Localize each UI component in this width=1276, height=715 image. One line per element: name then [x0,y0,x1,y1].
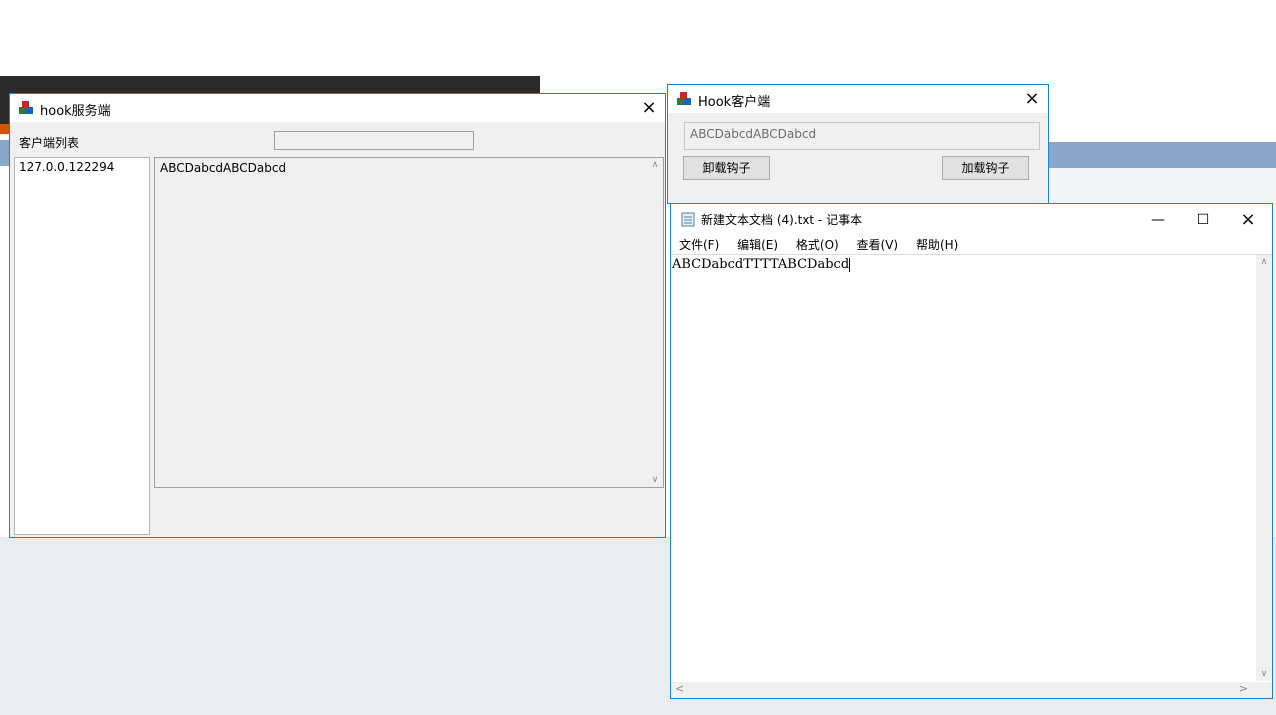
app-icon [677,92,691,105]
close-icon[interactable]: × [633,94,665,122]
menu-bar: 文件(F) 编辑(E) 格式(O) 查看(V) 帮助(H) [679,236,972,253]
message-text: ABCDabcdABCDabcd [160,161,287,175]
menu-format[interactable]: 格式(O) [796,238,839,252]
text-caret [849,257,851,272]
notepad-icon [681,212,695,227]
unload-hook-button[interactable]: 卸载钩子 [683,156,770,180]
menu-file[interactable]: 文件(F) [679,238,719,252]
client-window: Hook客户端 × ABCDabcdABCDabcd 卸载钩子 加载钩子 [667,84,1049,204]
scroll-right-icon[interactable]: > [1239,682,1248,695]
background-window-panel [1048,168,1276,204]
server-window: hook服务端 × 客户端列表 127.0.0.122294 ABCDabcdA… [9,93,666,538]
window-title: Hook客户端 [698,95,771,110]
close-icon[interactable]: × [1228,208,1268,232]
size-grip[interactable] [1256,682,1272,698]
close-icon[interactable]: × [1016,85,1048,113]
scroll-up-icon[interactable]: ∧ [647,160,663,170]
client-listbox[interactable]: 127.0.0.122294 [14,157,150,535]
notepad-title: 新建文本文档 (4).txt - 记事本 [701,213,863,227]
background-window-strip [1048,142,1276,168]
scroll-left-icon[interactable]: < [675,682,684,695]
window-title: hook服务端 [40,104,111,119]
message-textarea[interactable]: ABCDabcdABCDabcd ∧ ∨ [154,157,664,488]
editor-content[interactable]: ABCDabcdTTTTABCDabcd [672,257,851,272]
notepad-window: 新建文本文档 (4).txt - 记事本 — ☐ × 文件(F) 编辑(E) 格… [670,203,1273,699]
app-icon [19,101,33,114]
load-hook-button[interactable]: 加载钩子 [942,156,1029,180]
message-input[interactable]: ABCDabcdABCDabcd [684,122,1040,150]
scroll-down-icon[interactable]: ∨ [1256,669,1272,679]
notepad-titlebar: 新建文本文档 (4).txt - 记事本 — ☐ × [671,204,1272,234]
scroll-up-icon[interactable]: ∧ [1256,257,1272,267]
status-field[interactable] [274,131,474,150]
vertical-scrollbar[interactable]: ∧ ∨ [647,158,663,487]
minimize-icon[interactable]: — [1138,208,1178,232]
client-list-label: 客户端列表 [19,136,80,150]
client-titlebar: Hook客户端 × [668,85,1048,113]
server-titlebar: hook服务端 × [10,94,665,122]
menu-view[interactable]: 查看(V) [857,238,899,252]
scroll-down-icon[interactable]: ∨ [647,475,663,485]
notepad-editor[interactable]: ABCDabcdTTTTABCDabcd ∧ ∨ < > [671,254,1272,698]
maximize-icon[interactable]: ☐ [1183,208,1223,232]
menu-help[interactable]: 帮助(H) [916,238,958,252]
vertical-scrollbar[interactable]: ∧ ∨ [1256,255,1272,681]
horizontal-scrollbar[interactable]: < > [671,682,1256,698]
menu-edit[interactable]: 编辑(E) [737,238,778,252]
list-item[interactable]: 127.0.0.122294 [15,158,149,176]
editor-text: ABCDabcdTTTTABCDabcd [672,257,850,272]
